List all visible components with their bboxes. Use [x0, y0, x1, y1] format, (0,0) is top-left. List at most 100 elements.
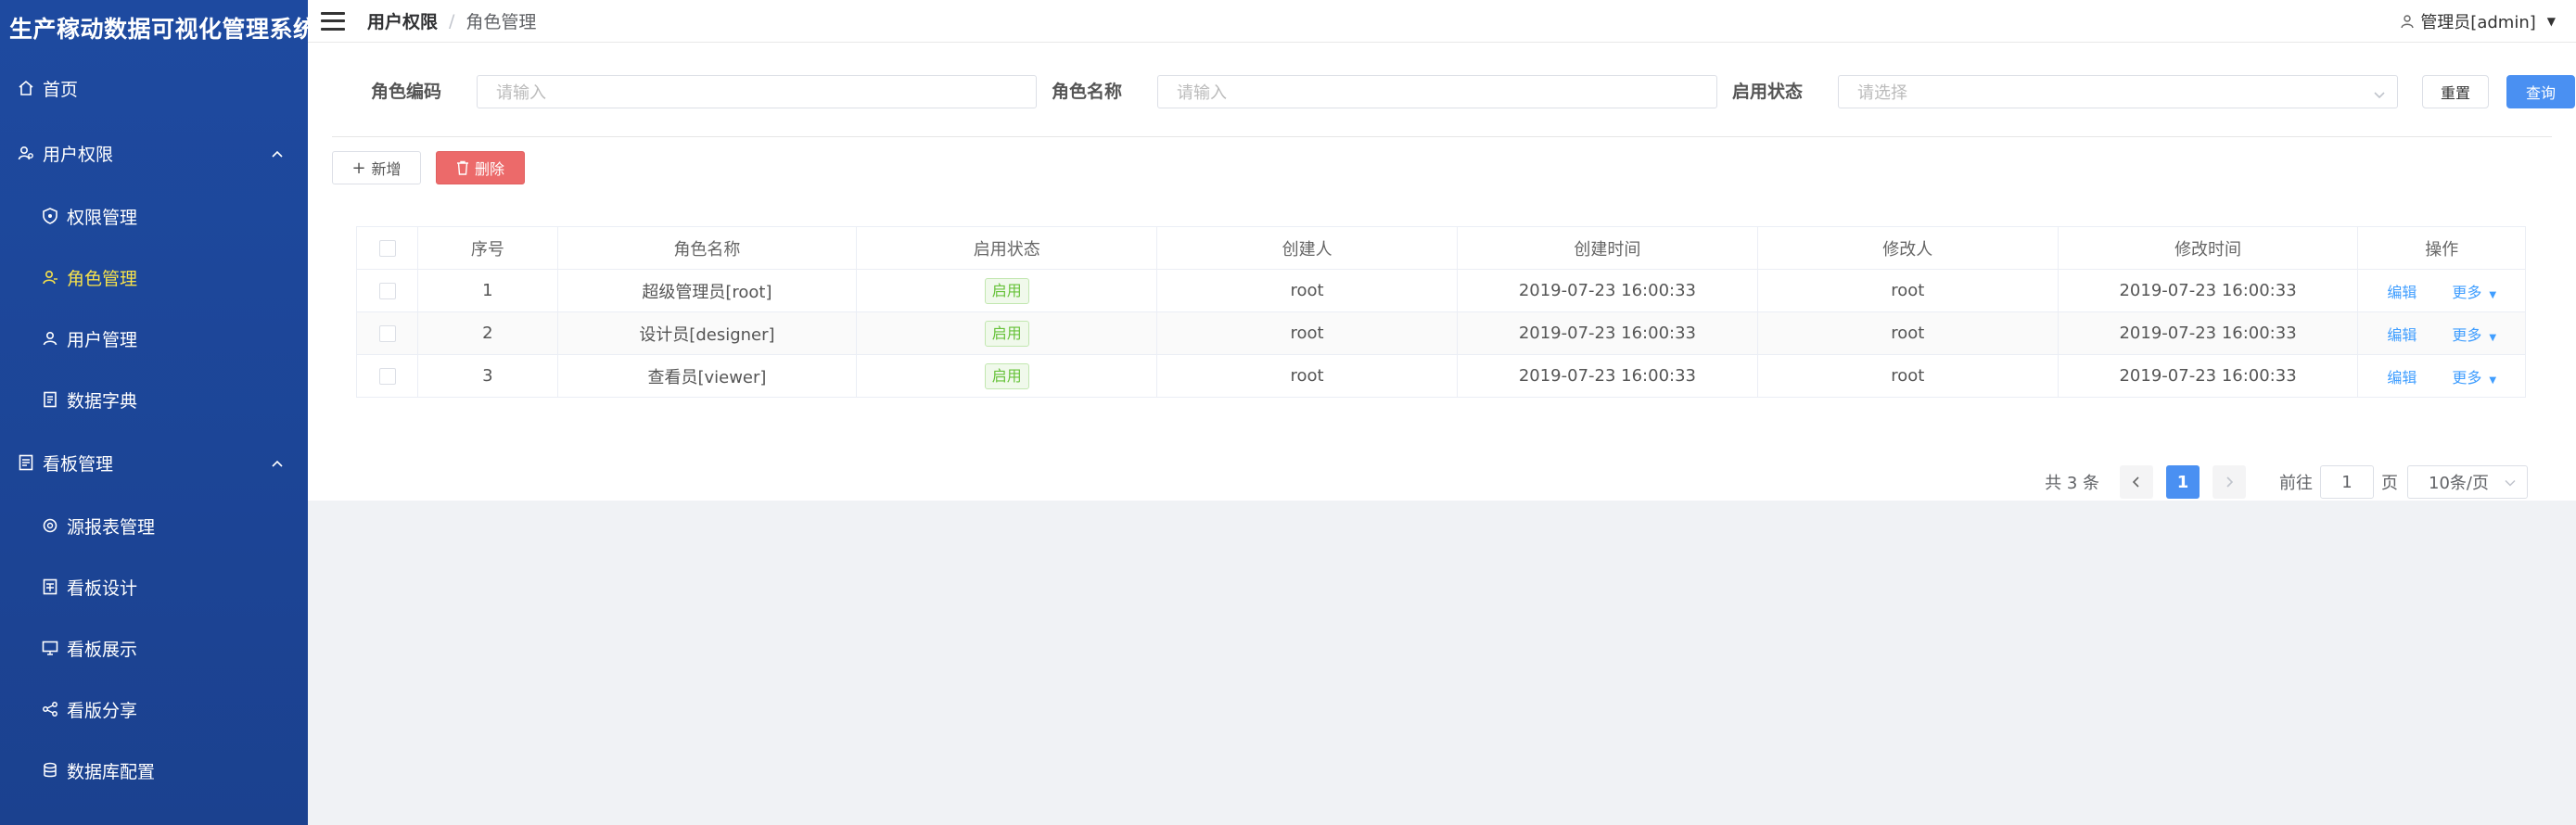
top-bar: 用户权限 / 角色管理 管理员[admin] ▼ [308, 0, 2576, 43]
role-code-label: 角色编码 [371, 82, 442, 102]
cell-creator: root [1156, 354, 1458, 398]
database-icon [41, 761, 59, 780]
next-page-button[interactable] [2213, 465, 2246, 499]
breadcrumb-separator: / [449, 10, 455, 32]
status-label: 启用状态 [1732, 82, 1804, 102]
role-name-input[interactable]: 请输入 [1157, 75, 1717, 108]
row-select-cell [356, 311, 419, 355]
more-link[interactable]: 更多 [2452, 369, 2481, 387]
add-button[interactable]: + 新增 [332, 151, 421, 184]
sidebar-item-user-permissions[interactable]: 用户权限 [0, 121, 308, 185]
table-row: 3 查看员[viewer] 启用 root 2019-07-23 16:00:3… [356, 354, 2526, 398]
chevron-up-icon [271, 143, 284, 163]
sidebar-item-user-management[interactable]: 用户管理 [0, 308, 308, 369]
cell-actions: 编辑 更多 ▼ [2357, 311, 2526, 355]
edit-link[interactable]: 编辑 [2387, 326, 2417, 344]
delete-button[interactable]: 删除 [436, 151, 525, 184]
page-number-button[interactable]: 1 [2166, 465, 2200, 499]
status-badge: 启用 [984, 277, 1029, 304]
more-link[interactable]: 更多 [2452, 284, 2481, 301]
cell-created-time: 2019-07-23 16:00:33 [1457, 269, 1758, 312]
goto-page-input[interactable]: 1 [2320, 465, 2374, 499]
cell-creator: root [1156, 269, 1458, 312]
user-name: 管理员[admin] [2420, 13, 2536, 32]
row-select-cell [356, 354, 419, 398]
cell-role-name: 设计员[designer] [557, 311, 858, 355]
caret-down-icon[interactable]: ▼ [2489, 375, 2496, 386]
shield-icon [41, 207, 59, 225]
sidebar-item-source-report-management[interactable]: 源报表管理 [0, 495, 308, 556]
cell-modified-time: 2019-07-23 16:00:33 [2058, 311, 2359, 355]
plus-icon: + [351, 158, 366, 178]
user-group-icon [17, 144, 35, 162]
sidebar-item-home[interactable]: 首页 [0, 56, 308, 121]
cell-index: 2 [417, 311, 558, 355]
column-header: 修改人 [1757, 226, 2059, 270]
column-header: 操作 [2357, 226, 2526, 270]
row-checkbox[interactable] [378, 368, 396, 385]
search-form: 角色编码 请输入 角色名称 请输入 启用状态 请选择 重置 查询 [332, 43, 2575, 137]
sidebar-item-label: 数据库配置 [67, 761, 156, 782]
pagination: 共 3 条 1 前往 1 页 10条/页 [2045, 465, 2528, 499]
table-header-row: 序号 角色名称 启用状态 创建人 创建时间 修改人 修改时间 操作 [356, 226, 2526, 270]
row-select-cell [356, 269, 419, 312]
sidebar-item-permission-management[interactable]: 权限管理 [0, 185, 308, 247]
role-code-input[interactable]: 请输入 [477, 75, 1037, 108]
menu-toggle-icon[interactable] [321, 11, 345, 31]
cell-index: 3 [417, 354, 558, 398]
page-size-select[interactable]: 10条/页 [2407, 465, 2528, 499]
edit-link[interactable]: 编辑 [2387, 369, 2417, 387]
cell-status: 启用 [856, 354, 1158, 398]
column-header: 启用状态 [856, 226, 1158, 270]
cell-status: 启用 [856, 311, 1158, 355]
select-all-cell [356, 226, 419, 270]
breadcrumb-item-role-management: 角色管理 [465, 12, 537, 32]
row-checkbox[interactable] [378, 325, 396, 342]
cell-status: 启用 [856, 269, 1158, 312]
prev-page-button[interactable] [2120, 465, 2153, 499]
sidebar-item-label: 看版分享 [67, 700, 138, 721]
delete-button-label: 删除 [474, 160, 504, 178]
report-source-icon [41, 516, 59, 535]
select-all-checkbox[interactable] [378, 240, 396, 257]
sidebar-item-label: 首页 [43, 79, 79, 100]
reset-button[interactable]: 重置 [2422, 75, 2489, 108]
sidebar-item-label: 源报表管理 [67, 516, 156, 538]
chevron-down-icon [2505, 473, 2516, 492]
caret-down-icon[interactable]: ▼ [2489, 333, 2496, 343]
edit-link[interactable]: 编辑 [2387, 284, 2417, 301]
user-menu[interactable]: 管理员[admin] ▼ [2400, 0, 2556, 43]
column-header: 序号 [417, 226, 558, 270]
sidebar-item-database-config[interactable]: 数据库配置 [0, 740, 308, 801]
query-button[interactable]: 查询 [2506, 75, 2575, 108]
cell-actions: 编辑 更多 ▼ [2357, 269, 2526, 312]
cell-created-time: 2019-07-23 16:00:33 [1457, 354, 1758, 398]
sidebar-item-label: 权限管理 [67, 207, 138, 228]
sidebar-item-role-management[interactable]: 角色管理 [0, 247, 308, 308]
role-icon [41, 268, 59, 286]
goto-prefix: 前往 [2279, 474, 2313, 493]
status-select-placeholder: 请选择 [1857, 83, 1907, 103]
status-badge: 启用 [984, 362, 1029, 389]
sidebar-item-board-design[interactable]: 看板设计 [0, 556, 308, 617]
sidebar-item-data-dictionary[interactable]: 数据字典 [0, 369, 308, 430]
cell-actions: 编辑 更多 ▼ [2357, 354, 2526, 398]
sidebar-menu: 首页 用户权限 权限管理 角色管理 用户管理 数据字典 看板管理 源报表管理 看… [0, 56, 308, 801]
table-row: 1 超级管理员[root] 启用 root 2019-07-23 16:00:3… [356, 269, 2526, 312]
row-checkbox[interactable] [378, 283, 396, 299]
more-link[interactable]: 更多 [2452, 326, 2481, 344]
cell-modifier: root [1757, 354, 2059, 398]
sidebar-item-board-management[interactable]: 看板管理 [0, 430, 308, 495]
column-header: 创建时间 [1457, 226, 1758, 270]
status-badge: 启用 [984, 320, 1029, 347]
sidebar-item-board-display[interactable]: 看板展示 [0, 617, 308, 679]
breadcrumb: 用户权限 / 角色管理 [367, 8, 536, 33]
sidebar-item-board-share[interactable]: 看版分享 [0, 679, 308, 740]
caret-down-icon[interactable]: ▼ [2489, 290, 2496, 300]
sidebar-item-label: 看板管理 [43, 453, 114, 475]
page-size-value: 10条/页 [2429, 474, 2489, 493]
breadcrumb-item-user-permissions[interactable]: 用户权限 [367, 8, 438, 33]
status-select[interactable]: 请选择 [1838, 75, 2398, 108]
page-jumper: 前往 1 页 [2279, 465, 2398, 499]
sidebar-item-label: 看板设计 [67, 578, 138, 599]
